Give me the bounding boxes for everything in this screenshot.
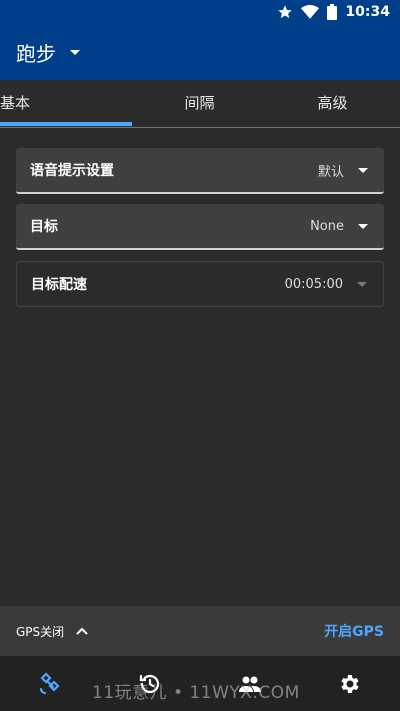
target-pace-value: 00:05:00	[284, 276, 343, 292]
battery-icon	[327, 4, 338, 20]
gps-status: GPS关闭	[16, 624, 65, 639]
enable-gps-button[interactable]: 开启GPS	[324, 621, 384, 641]
voice-prompt-selector[interactable]: 语音提示设置 默认	[16, 148, 384, 194]
star-icon	[278, 5, 293, 19]
tab-bar: 基本 间隔 高级	[0, 80, 400, 128]
satellite-icon	[39, 671, 60, 694]
status-bar: 10:34	[0, 0, 400, 24]
voice-prompt-value: 默认	[317, 164, 344, 180]
bottom-nav	[0, 656, 400, 711]
chevron-up-icon[interactable]	[76, 627, 88, 635]
people-icon	[239, 676, 261, 692]
target-pace-label: 目标配速	[31, 277, 87, 293]
activity-dropdown-icon[interactable]	[70, 49, 80, 55]
goal-label: 目标	[30, 219, 58, 235]
nav-history[interactable]	[100, 656, 200, 711]
wifi-icon	[301, 4, 320, 19]
target-pace-selector[interactable]: 目标配速 00:05:00	[16, 261, 384, 307]
gear-icon	[341, 674, 359, 693]
tab-advanced[interactable]: 高级	[266, 80, 399, 125]
tab-indicator	[0, 122, 132, 126]
chevron-down-icon	[357, 281, 367, 287]
status-time: 10:34	[345, 4, 390, 20]
goal-selector[interactable]: 目标 None	[16, 204, 384, 250]
chevron-down-icon	[358, 167, 368, 173]
gps-bar: GPS关闭 开启GPS	[0, 606, 400, 656]
history-icon	[139, 674, 160, 693]
chevron-down-icon	[358, 223, 368, 229]
page-title[interactable]: 跑步	[16, 38, 56, 67]
nav-settings[interactable]	[300, 656, 400, 711]
app-bar: 跑步	[0, 24, 400, 80]
nav-friends[interactable]	[200, 656, 300, 711]
tab-interval[interactable]: 间隔	[133, 80, 266, 125]
nav-workout[interactable]	[0, 656, 100, 711]
voice-prompt-label: 语音提示设置	[30, 163, 114, 179]
tab-basic[interactable]: 基本	[0, 80, 133, 125]
goal-value: None	[310, 218, 344, 234]
